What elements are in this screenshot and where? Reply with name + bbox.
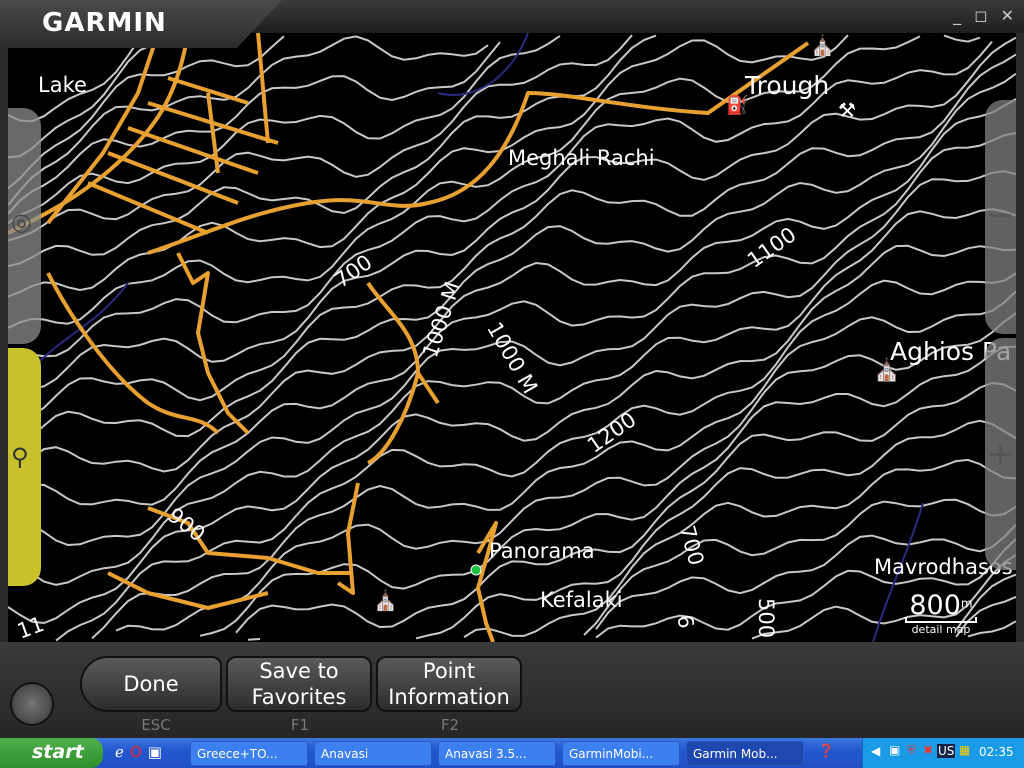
- point-information-button[interactable]: Point Information: [376, 656, 522, 712]
- road: [336, 371, 440, 595]
- contour-line: [8, 244, 1016, 625]
- clock: 02:35: [979, 745, 1014, 759]
- fuel-icon[interactable]: ⛽: [726, 95, 748, 116]
- map-view[interactable]: Lake Trough Meghali Rachi Aghios Pa Pano…: [8, 33, 1016, 642]
- scale-caption: detail map: [911, 623, 971, 636]
- mine-icon[interactable]: ⚒: [838, 98, 856, 122]
- road: [366, 281, 420, 465]
- opera-icon[interactable]: O: [130, 743, 148, 761]
- contour-line: [8, 34, 981, 329]
- point-shortcut: F2: [440, 716, 460, 734]
- task-folder[interactable]: GarminMobi...: [562, 741, 680, 766]
- church-icon[interactable]: ⛪: [873, 358, 900, 383]
- tray-expand-icon[interactable]: ◀: [871, 744, 880, 758]
- church-icon[interactable]: ⛪: [373, 588, 398, 612]
- window-controls[interactable]: _ ◻ ✕: [953, 6, 1018, 25]
- shield-icon[interactable]: ⛨: [907, 743, 916, 758]
- zoom-in-button[interactable]: +: [985, 338, 1016, 570]
- church-icon[interactable]: ⛪: [810, 33, 835, 57]
- system-tray: ◀ ▣ ⛨ ✖ US ▦ 02:35: [862, 738, 1024, 768]
- map-scale: 800m detail map: [905, 590, 977, 636]
- road: [147, 41, 810, 255]
- contour-label: 500: [754, 598, 778, 639]
- app-icon[interactable]: ▣: [148, 743, 168, 761]
- windows-flag-icon[interactable]: ▦: [959, 743, 970, 757]
- compass-icon[interactable]: ◎: [11, 208, 32, 236]
- scale-value: 800: [909, 590, 961, 621]
- compass-panel[interactable]: ◎: [8, 108, 41, 344]
- road: [46, 33, 160, 225]
- contour-line: [8, 34, 849, 298]
- menu-orb-button[interactable]: [10, 682, 54, 726]
- stream: [37, 282, 129, 364]
- start-button[interactable]: start: [0, 738, 103, 768]
- garmin-logo: GARMIN: [42, 8, 167, 38]
- place-label[interactable]: Trough: [745, 71, 829, 100]
- contour-line: [8, 208, 1016, 586]
- done-button[interactable]: Done: [80, 656, 222, 712]
- network-icon[interactable]: ▣: [889, 743, 900, 757]
- road: [46, 272, 220, 435]
- magnifier-icon[interactable]: ⚲: [11, 443, 29, 471]
- place-label[interactable]: Panorama: [489, 539, 595, 563]
- start-label: start: [32, 741, 84, 763]
- language-indicator[interactable]: US: [937, 744, 956, 758]
- place-label[interactable]: Lake: [38, 73, 87, 97]
- ie-icon[interactable]: ℯ: [115, 743, 130, 761]
- zoom-out-button[interactable]: −: [985, 100, 1016, 334]
- scale-unit: m: [960, 596, 973, 611]
- zoom-select-panel[interactable]: ⚲: [8, 348, 41, 586]
- save-to-favorites-button[interactable]: Save to Favorites: [226, 656, 372, 712]
- mute-icon[interactable]: ✖: [923, 743, 933, 757]
- quick-launch[interactable]: ℯO▣: [115, 743, 168, 761]
- task-opera[interactable]: Greece+TO...: [190, 741, 308, 766]
- contour-line: [8, 34, 633, 242]
- place-label[interactable]: Kefalaki: [540, 588, 623, 612]
- position-marker: [470, 564, 482, 576]
- contour-line: [8, 40, 993, 360]
- save-shortcut: F1: [290, 716, 310, 734]
- task-folder[interactable]: Anavasi: [314, 741, 432, 766]
- place-label[interactable]: Meghali Rachi: [508, 146, 655, 170]
- task-garmin[interactable]: Garmin Mob...: [686, 741, 804, 766]
- task-folder[interactable]: Anavasi 3.5...: [438, 741, 556, 766]
- done-shortcut: ESC: [141, 716, 171, 734]
- help-icon[interactable]: ❓: [818, 744, 834, 759]
